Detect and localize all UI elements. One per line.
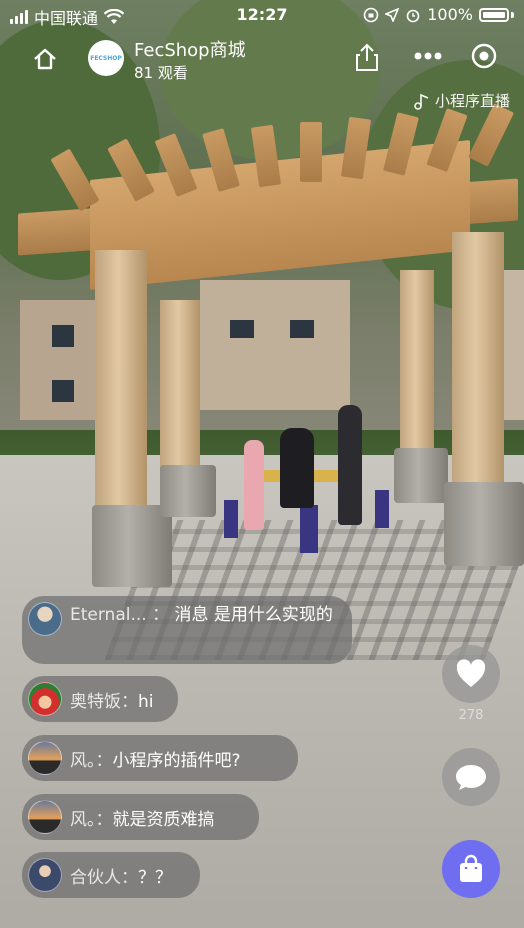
comment-bubble: Eternal... ： 消息 是用什么实现的 (22, 596, 352, 664)
building (200, 280, 350, 410)
live-tag-label: 小程序直播 (434, 92, 510, 110)
status-bar-right: 100% (363, 5, 514, 24)
column-base (394, 448, 448, 503)
pergola-column (95, 250, 147, 510)
comment-separator: ： (152, 605, 170, 625)
chat-bubble-icon (456, 765, 486, 790)
music-note-icon (414, 93, 429, 110)
avatar-santa-icon (28, 682, 62, 716)
comment-text: 小程序的插件吧? (112, 750, 241, 771)
shop-logo-text: FECSHOP (90, 54, 122, 62)
comment-text: 就是资质难搞 (112, 809, 215, 830)
column-base (92, 505, 172, 587)
orientation-lock-icon (363, 7, 379, 22)
column-base (160, 465, 216, 517)
avatar-person-icon (28, 858, 62, 892)
shopping-bag-button[interactable] (442, 840, 500, 898)
live-room-header: FECSHOP FecShop商城 81 观看 (0, 32, 524, 84)
pergola-column (160, 300, 200, 470)
comment-author: 风。 (70, 750, 96, 771)
comment-separator: ： (121, 867, 138, 888)
target-close-icon (471, 43, 497, 69)
battery-icon (479, 7, 509, 22)
alarm-icon (406, 9, 420, 22)
pergola-column (400, 270, 434, 455)
comment-author: 风。 (70, 809, 96, 830)
comment-author: Eternal... (70, 605, 147, 625)
comment-author: 合伙人 (70, 867, 121, 888)
comment-text: ？？ (138, 867, 172, 888)
child-figure (338, 405, 362, 525)
comment-bubble: 风。：就是资质难搞 (22, 794, 259, 840)
heart-icon (456, 659, 486, 687)
comment-separator: ： (121, 691, 138, 712)
comment-bubble: 奥特饭：hi (22, 676, 178, 722)
viewer-count: 81 观看 (134, 64, 188, 82)
comment-text: 消息 是用什么实现的 (174, 605, 333, 625)
avatar-sunset-icon (28, 800, 62, 834)
pergola-rafter (300, 122, 322, 182)
battery-percent: 100% (427, 5, 473, 24)
column-base (444, 482, 524, 566)
comment-separator: ： (95, 750, 113, 771)
avatar-sunset-icon (28, 741, 62, 775)
like-count: 278 (458, 708, 484, 723)
table-leg (224, 500, 238, 538)
shop-name: FecShop商城 (134, 40, 246, 61)
home-icon (34, 48, 56, 70)
share-button[interactable] (352, 42, 382, 74)
shop-logo[interactable]: FECSHOP (88, 40, 124, 76)
pergola-column (452, 232, 504, 487)
child-figure (244, 440, 264, 530)
more-dots-icon (414, 52, 442, 60)
battery-tip (511, 11, 514, 18)
avatar-portrait-icon (28, 602, 62, 636)
miniprogram-capsule (400, 34, 518, 78)
close-miniprogram-button[interactable] (466, 40, 502, 72)
location-icon (385, 7, 400, 22)
table-leg (300, 505, 318, 553)
shopping-bag-icon (460, 854, 482, 882)
comment-text: hi (138, 691, 154, 712)
comment-bubble: 合伙人：？？ (22, 852, 200, 898)
more-button[interactable] (408, 40, 448, 72)
comment-button[interactable] (442, 748, 500, 806)
miniprogram-live-tag: 小程序直播 (413, 90, 510, 111)
table-leg (375, 490, 389, 528)
comment-bubble: 风。：小程序的插件吧? (22, 735, 298, 781)
like-button[interactable] (442, 645, 500, 703)
status-bar: 中国联通 12:27 100% (0, 0, 524, 30)
adult-figure (280, 428, 314, 508)
comment-separator: ： (95, 809, 113, 830)
share-icon (356, 43, 378, 71)
home-button[interactable] (28, 42, 62, 76)
comment-author: 奥特饭 (70, 691, 121, 712)
